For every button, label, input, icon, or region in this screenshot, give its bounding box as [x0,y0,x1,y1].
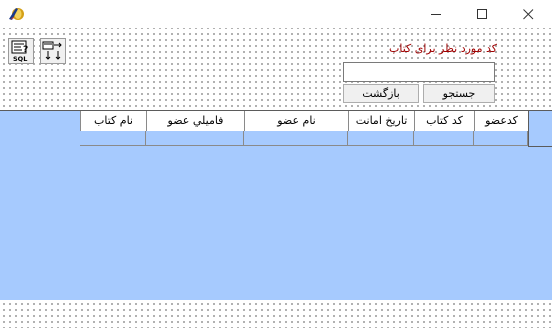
sql-query-button[interactable]: ? SQL [8,38,34,64]
maximize-button[interactable] [459,0,505,28]
column-header-loan-date[interactable]: تاریخ امانت [349,111,415,131]
table-cell[interactable] [348,131,414,145]
table-cell[interactable] [80,131,146,145]
minimize-icon [430,13,441,15]
table-row[interactable] [80,131,528,146]
table-cell[interactable] [146,131,244,145]
column-header-member-family[interactable]: فامیلي عضو [147,111,245,131]
swap-transfer-icon [42,41,62,60]
row-indicator[interactable] [528,111,552,147]
sql-query-icon: ? SQL [11,40,28,63]
search-button[interactable]: جستجو [423,84,495,103]
close-button[interactable] [505,0,551,28]
title-bar [0,0,552,28]
close-icon [522,8,533,19]
search-input[interactable] [343,62,495,82]
transfer-button[interactable] [40,38,66,64]
table-cell[interactable] [244,131,348,145]
svg-text:SQL: SQL [13,55,27,63]
search-label: کد مورد نظر برای کتاب [389,42,497,55]
grid-header: نام کتاب فامیلي عضو نام عضو تاریخ امانت … [80,111,529,132]
column-header-member-name[interactable]: نام عضو [245,111,349,131]
maximize-icon [476,8,487,19]
minimize-button[interactable] [413,0,459,28]
delphi-app-icon [9,8,24,20]
column-header-book-code[interactable]: کد کتاب [415,111,475,131]
back-button[interactable]: بازگشت [343,84,419,103]
table-cell[interactable] [474,131,528,145]
column-header-book-name[interactable]: نام کتاب [81,111,147,131]
table-cell[interactable] [414,131,474,145]
svg-text:?: ? [23,45,28,55]
loans-grid[interactable]: نام کتاب فامیلي عضو نام عضو تاریخ امانت … [0,110,552,300]
column-header-member-code[interactable]: کدعضو [475,111,529,131]
